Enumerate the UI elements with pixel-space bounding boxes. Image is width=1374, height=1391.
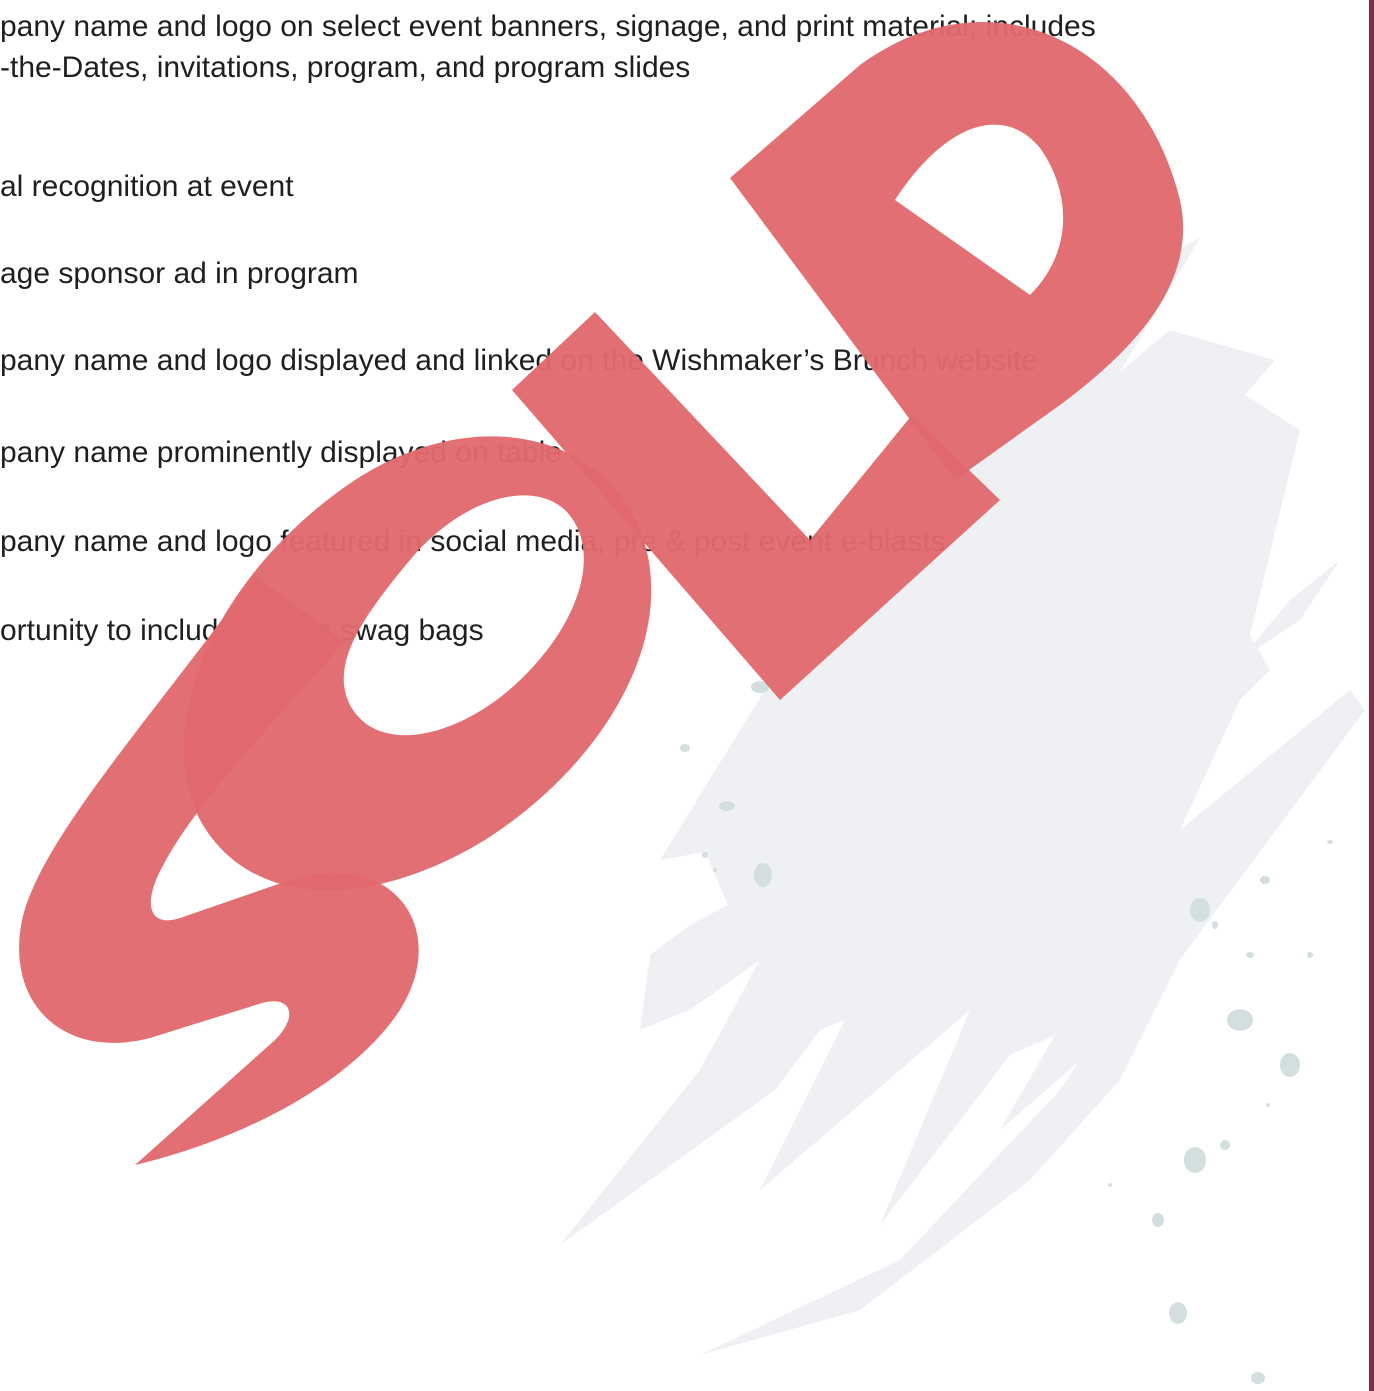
sold-stamp-letters: [19, 21, 1184, 1165]
sold-stamp: [19, 21, 1184, 1165]
sponsorship-page: pany name and logo on select event banne…: [0, 0, 1374, 1391]
sold-letter-o: [183, 436, 652, 891]
sold-letter-d: [730, 21, 1184, 480]
